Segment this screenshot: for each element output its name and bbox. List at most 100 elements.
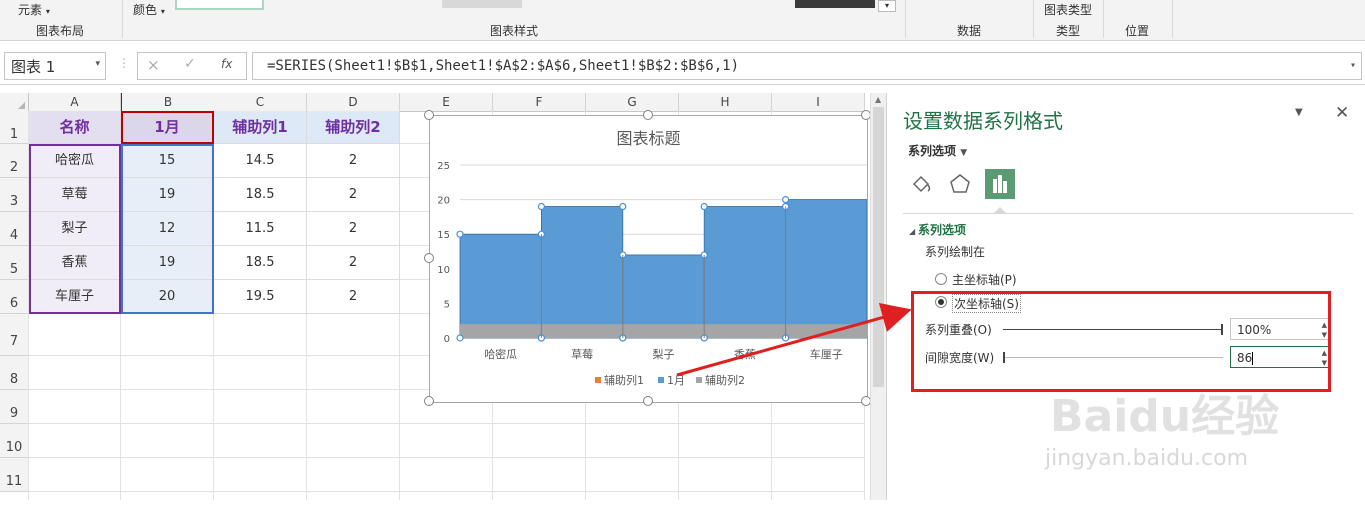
row-header-7[interactable]: 7 <box>0 314 29 356</box>
series-selection-handle <box>700 202 708 211</box>
row-header-3[interactable]: 3 <box>0 178 29 212</box>
ribbon: 元素 ▾ 图表布局 颜色 ▾ ▾ 图表样式 数据 图表类型 类型 位置 <box>0 0 1365 41</box>
chart-style-thumbnail[interactable] <box>795 0 875 8</box>
chart-style-thumbnail[interactable] <box>617 0 697 8</box>
row-header-5[interactable]: 5 <box>0 246 29 280</box>
series-2-bar[interactable] <box>622 324 705 338</box>
column-header-g[interactable]: G <box>586 93 679 112</box>
y-tick-label: 5 <box>444 299 450 310</box>
row-header-8[interactable]: 8 <box>0 356 29 390</box>
add-element-button[interactable]: 元素 ▾ <box>18 1 50 18</box>
cancel-icon[interactable]: × <box>147 56 160 74</box>
name-box[interactable]: 图表 1 ▾ <box>4 52 106 80</box>
chart-style-thumbnail[interactable] <box>442 0 522 8</box>
series-2-bar[interactable] <box>460 324 542 338</box>
y-tick-label: 15 <box>437 230 450 241</box>
row-header-2[interactable]: 2 <box>0 144 29 178</box>
y-tick-label: 20 <box>437 196 450 207</box>
plot-series-on-label: 系列绘制在 <box>925 245 986 259</box>
header-cell[interactable]: 辅助列2 <box>307 111 400 144</box>
series-1-bar[interactable] <box>703 206 787 339</box>
series-options-section-title: 系列选项 <box>917 223 966 237</box>
chart-resize-handle[interactable] <box>642 110 653 120</box>
watermark-text: Baidu经验 <box>1050 391 1280 442</box>
chart-resize-handle[interactable] <box>424 253 434 263</box>
select-all-icon <box>18 102 25 109</box>
chart-resize-handle[interactable] <box>424 396 434 406</box>
series-2-bar[interactable] <box>541 324 623 338</box>
table-cell[interactable]: 2 <box>307 178 400 212</box>
scrollbar-thumb[interactable] <box>873 107 884 387</box>
table-cell[interactable]: 18.5 <box>214 178 307 212</box>
change-colors-button[interactable]: 颜色 ▾ <box>133 1 165 18</box>
scroll-up-icon[interactable]: ▲ <box>875 95 881 104</box>
primary-axis-label: 主坐标轴(P) <box>952 273 1017 287</box>
effects-tab[interactable] <box>947 171 973 197</box>
chart-resize-handle[interactable] <box>424 110 434 120</box>
chart-style-thumbnail[interactable] <box>355 0 435 8</box>
chart-resize-handle[interactable] <box>642 396 653 406</box>
chart-style-thumbnail[interactable] <box>268 0 348 8</box>
series-2-bar[interactable] <box>785 324 867 338</box>
series-selection-handle <box>537 202 546 211</box>
chart-object[interactable]: 图表标题 0 5 10 15 20 25 哈密瓜 草莓 梨子 香蕉 车厘子 辅助列1 1月 辅助列2 <box>429 115 868 403</box>
column-header-b[interactable]: B <box>121 93 215 112</box>
chart-style-thumbnail[interactable] <box>530 0 610 8</box>
close-icon[interactable]: ✕ <box>1335 103 1349 123</box>
column-header-d[interactable]: D <box>307 93 400 112</box>
table-cell[interactable]: 11.5 <box>214 212 307 246</box>
chevron-down-icon: ▾ <box>160 7 165 16</box>
series-options-dropdown[interactable]: 系列选项 ▼ <box>908 142 967 159</box>
row-header-9[interactable]: 9 <box>0 390 29 424</box>
row-header-11[interactable]: 11 <box>0 458 29 492</box>
insert-function-icon[interactable]: fx <box>221 57 232 71</box>
legend-label: 辅助列2 <box>705 373 745 387</box>
table-cell[interactable]: 2 <box>307 212 400 246</box>
series-1-bar[interactable] <box>785 199 867 339</box>
row-header-6[interactable]: 6 <box>0 280 29 314</box>
color-label: 颜色 <box>133 3 158 17</box>
collapse-icon: ◢ <box>909 227 918 236</box>
table-cell[interactable]: 2 <box>307 246 400 280</box>
chevron-down-icon: ▾ <box>884 1 889 10</box>
chart-style-thumbnail-selected[interactable] <box>175 0 264 10</box>
x-tick-label: 哈密瓜 <box>484 347 517 361</box>
vertical-scrollbar[interactable]: ▲ <box>870 93 887 500</box>
elements-label: 元素 <box>18 3 43 17</box>
styles-more-button[interactable]: ▾ <box>878 0 896 12</box>
formula-bar: 图表 1 ▾ ⋮ × ✓ fx =SERIES(Sheet1!$B$1,Shee… <box>0 48 1365 85</box>
column-header-f[interactable]: F <box>493 93 586 112</box>
row-header-10[interactable]: 10 <box>0 424 29 458</box>
column-header-c[interactable]: C <box>214 93 307 112</box>
table-cell[interactable]: 18.5 <box>214 246 307 280</box>
pane-options-icon[interactable]: ▼ <box>1295 107 1303 118</box>
table-cell[interactable]: 14.5 <box>214 144 307 178</box>
table-cell[interactable]: 19.5 <box>214 280 307 314</box>
header-cell[interactable]: 辅助列1 <box>214 111 307 144</box>
formula-input[interactable]: =SERIES(Sheet1!$B$1,Sheet1!$A$2:$A$6,She… <box>252 52 1362 80</box>
change-chart-type-button[interactable]: 图表类型 <box>1044 1 1092 18</box>
fill-line-tab[interactable] <box>908 171 934 197</box>
table-cell[interactable]: 2 <box>307 144 400 178</box>
series-1-bar[interactable] <box>541 206 624 339</box>
header-cell[interactable]: 名称 <box>29 111 121 144</box>
column-header-i[interactable]: I <box>772 93 865 112</box>
series-options-tab[interactable] <box>985 169 1015 199</box>
chart-style-thumbnail[interactable] <box>704 0 784 8</box>
primary-axis-radio[interactable] <box>935 273 947 285</box>
legend-swatch <box>696 377 702 383</box>
series-options-section[interactable]: ◢ 系列选项 <box>909 221 966 238</box>
ribbon-separator <box>1033 0 1034 38</box>
series-2-bar[interactable] <box>704 324 786 338</box>
chart-plot[interactable]: 0 5 10 15 20 25 哈密瓜 草莓 梨子 香蕉 车厘子辅助列1 1月 辅助列2 <box>430 116 867 402</box>
table-cell[interactable]: 2 <box>307 280 400 314</box>
column-header-h[interactable]: H <box>679 93 772 112</box>
column-header-e[interactable]: E <box>400 93 493 112</box>
series-1-bar[interactable] <box>459 233 542 339</box>
select-all-corner[interactable] <box>0 93 29 112</box>
enter-icon[interactable]: ✓ <box>184 56 196 72</box>
row-header-1[interactable]: 1 <box>0 111 29 144</box>
row-header-4[interactable]: 4 <box>0 212 29 246</box>
column-header-a[interactable]: A <box>29 93 121 112</box>
chevron-down-icon[interactable]: ▾ <box>1350 53 1356 79</box>
